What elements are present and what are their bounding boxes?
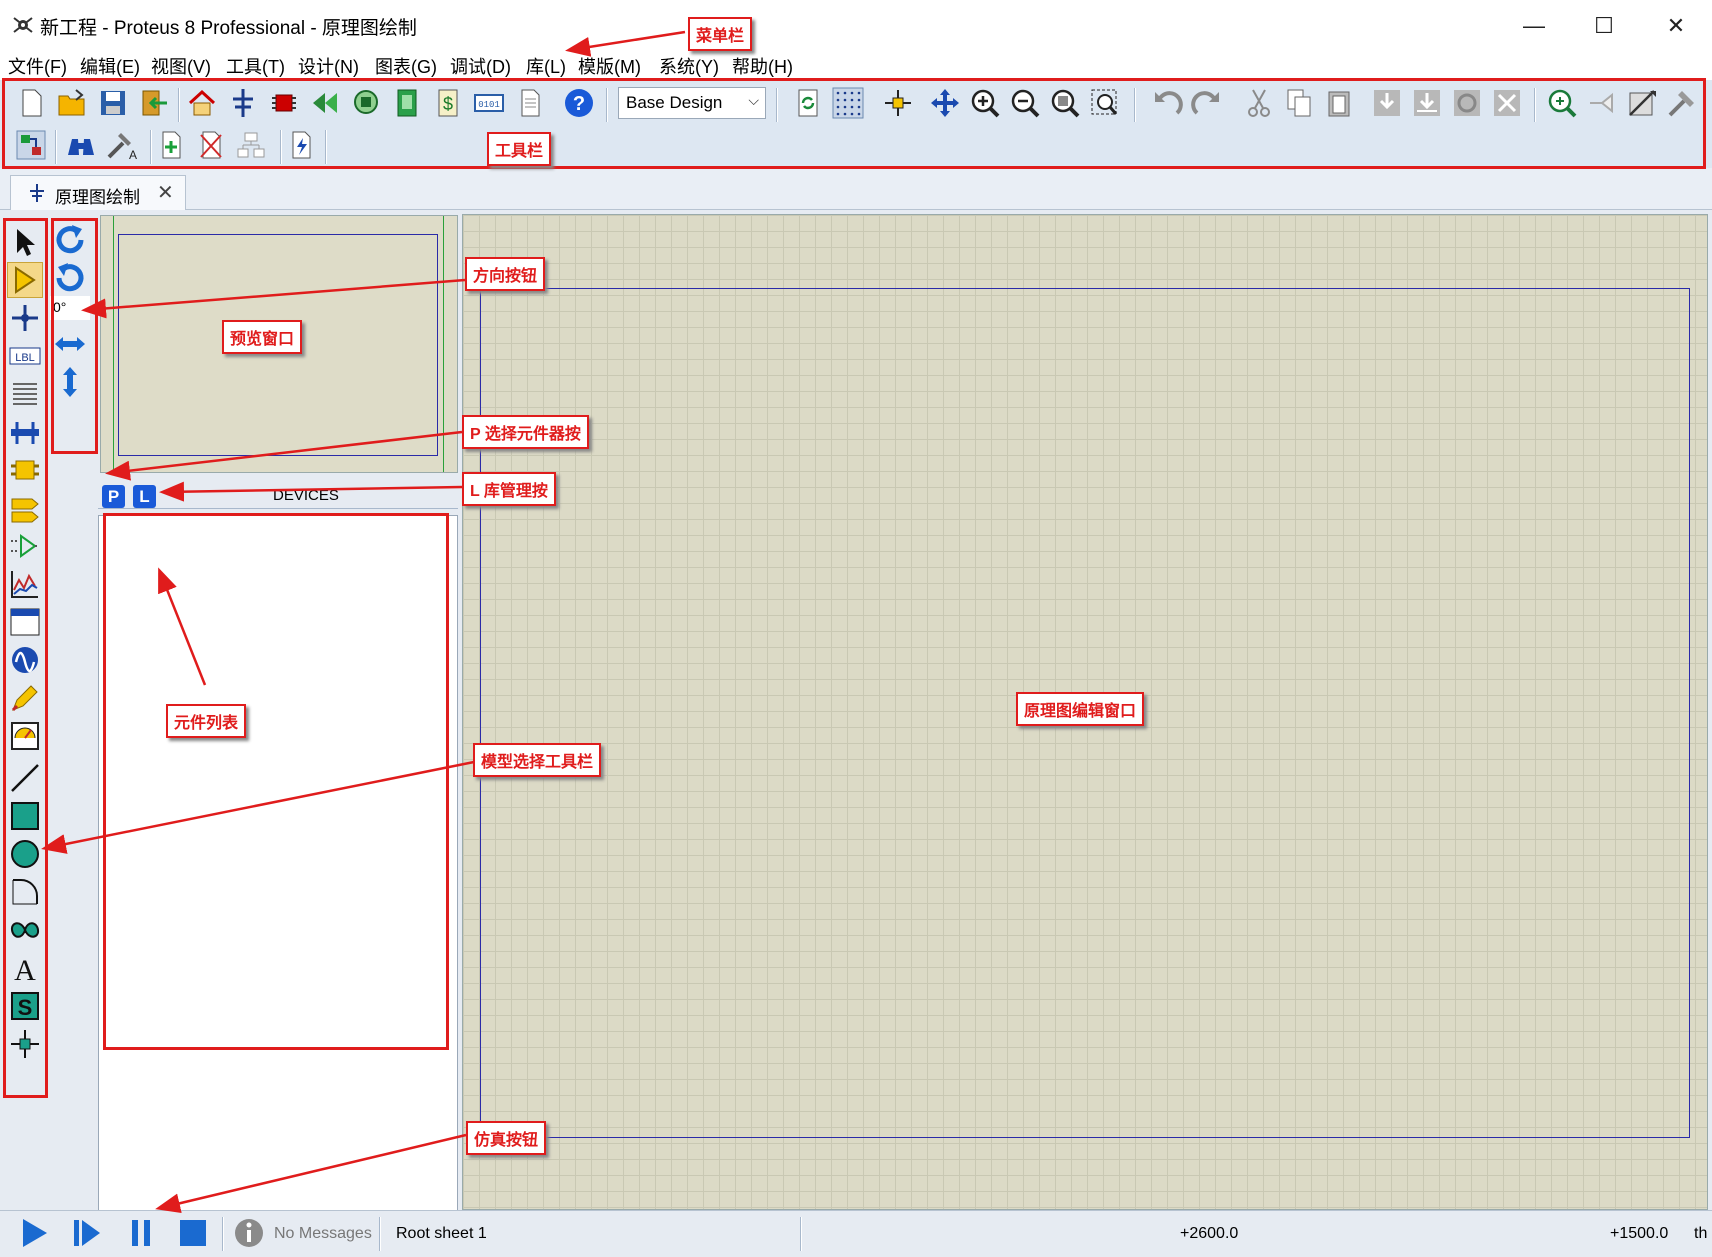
devices-header-label: DEVICES	[273, 487, 339, 504]
title-bar: 新工程 - Proteus 8 Professional - 原理图绘制 — ☐…	[0, 0, 1712, 50]
menu-view[interactable]: 视图(V)	[151, 53, 211, 79]
menu-design[interactable]: 设计(N)	[298, 53, 359, 79]
status-separator	[379, 1217, 381, 1251]
menu-system[interactable]: 系统(Y)	[659, 53, 719, 79]
document-tab-strip: 原理图绘制 ✕	[0, 168, 1712, 210]
annotation-toolbar-label: 工具栏	[487, 132, 552, 166]
annotation-device-list-box	[103, 513, 449, 1050]
annotation-mode-toolbar-label: 模型选择工具栏	[473, 743, 602, 777]
object-selector-header: P L DEVICES	[98, 477, 458, 515]
annotation-simulation-label: 仿真按钮	[466, 1121, 547, 1155]
menu-library[interactable]: 库(L)	[526, 53, 566, 79]
annotation-toolbar-box	[2, 78, 1706, 169]
annotation-orientation-label: 方向按钮	[465, 257, 546, 291]
preview-margin-line	[443, 216, 444, 472]
menu-bar: 文件(F) 编辑(E) 视图(V) 工具(T) 设计(N) 图表(G) 调试(D…	[0, 50, 1712, 80]
play-button[interactable]	[18, 1216, 52, 1250]
status-bar: No Messages Root sheet 1 +2600.0 +1500.0…	[0, 1210, 1712, 1257]
coordinate-unit: th	[1694, 1225, 1708, 1242]
pick-devices-button[interactable]: P	[102, 485, 125, 508]
annotation-mode-toolbar-box	[3, 218, 48, 1098]
annotation-orientation-box	[51, 218, 98, 454]
annotation-device-list-label: 元件列表	[166, 704, 247, 738]
status-separator	[800, 1217, 802, 1251]
pause-button[interactable]	[124, 1216, 158, 1250]
menu-file[interactable]: 文件(F)	[8, 53, 67, 79]
header-divider	[98, 508, 458, 509]
message-count: No Messages	[274, 1225, 372, 1242]
menu-debug[interactable]: 调试(D)	[450, 53, 511, 79]
tab-close-icon[interactable]: ✕	[157, 180, 174, 205]
info-icon[interactable]	[232, 1216, 266, 1250]
annotation-library-label: L 库管理按	[462, 472, 556, 506]
menu-help[interactable]: 帮助(H)	[732, 53, 793, 79]
menu-template[interactable]: 模版(M)	[578, 53, 641, 79]
tab-label: 原理图绘制	[55, 188, 140, 207]
current-sheet: Root sheet 1	[396, 1225, 487, 1242]
step-button[interactable]	[70, 1216, 104, 1250]
menu-tools[interactable]: 工具(T)	[226, 53, 285, 79]
window-title: 新工程 - Proteus 8 Professional - 原理图绘制	[40, 18, 417, 39]
proteus-logo-icon	[13, 17, 33, 33]
close-button[interactable]: ✕	[1654, 8, 1698, 44]
y-coordinate: +1500.0	[1610, 1225, 1669, 1242]
maximize-button[interactable]: ☐	[1582, 8, 1626, 44]
x-coordinate: +2600.0	[1180, 1225, 1239, 1242]
annotation-menubar-label: 菜单栏	[688, 17, 753, 51]
preview-margin-line	[113, 216, 114, 472]
annotation-pick-devices-label: P 选择元件器按	[462, 415, 589, 449]
annotation-preview-label: 预览窗口	[222, 320, 303, 354]
schematic-icon	[30, 184, 44, 202]
stop-button[interactable]	[176, 1216, 210, 1250]
minimize-button[interactable]: —	[1512, 8, 1556, 44]
menu-graph[interactable]: 图表(G)	[375, 53, 437, 79]
menu-edit[interactable]: 编辑(E)	[80, 53, 140, 79]
proteus-window: 新工程 - Proteus 8 Professional - 原理图绘制 — ☐…	[0, 0, 1712, 1257]
tab-schematic-capture[interactable]: 原理图绘制 ✕	[10, 175, 186, 210]
library-manager-button[interactable]: L	[133, 485, 156, 508]
annotation-editor-label: 原理图编辑窗口	[1016, 692, 1145, 726]
status-separator	[222, 1217, 224, 1251]
